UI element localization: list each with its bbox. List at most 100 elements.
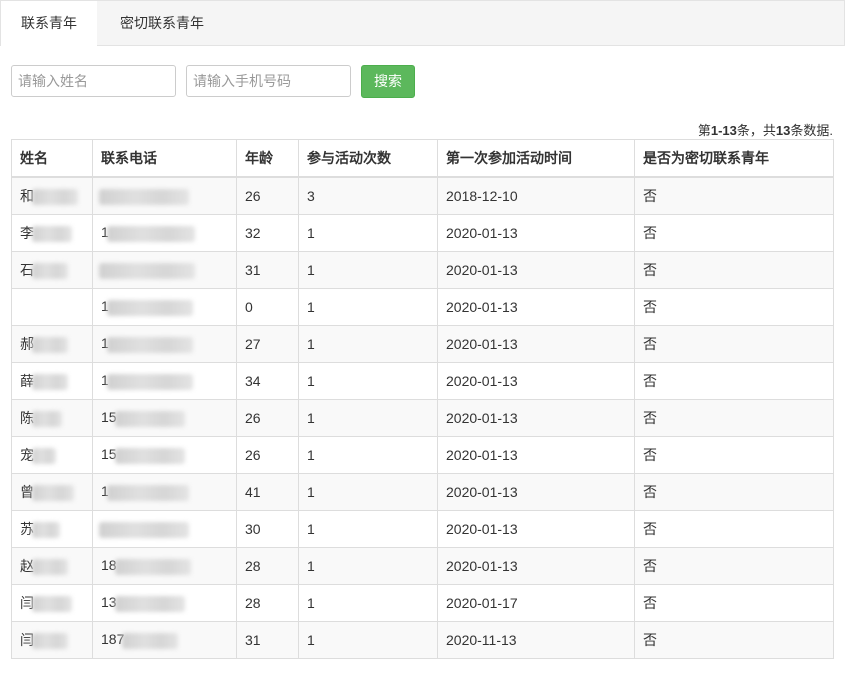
cell-is-close-contact-text: 否 — [643, 188, 657, 204]
cell-name: 薛 — [11, 362, 93, 400]
cell-is-close-contact: 否 — [634, 621, 834, 659]
cell-first-activity-date-text: 2020-01-17 — [446, 595, 518, 611]
redacted-blur — [122, 632, 179, 649]
redacted-blur — [114, 558, 191, 575]
cell-is-close-contact-text: 否 — [643, 521, 657, 537]
cell-name: 石 — [11, 251, 93, 289]
cell-activity-count: 1 — [298, 621, 438, 659]
cell-name: 陈 — [11, 399, 93, 437]
header-phone[interactable]: 联系电话 — [92, 139, 237, 178]
table-row: 1 0 1 2020-01-13 否 — [11, 288, 834, 326]
cell-name — [11, 288, 93, 326]
cell-phone: 1 — [92, 288, 237, 326]
table-row: 闫 13 28 1 2020-01-17 否 — [11, 584, 834, 622]
cell-activity-count: 3 — [298, 176, 438, 215]
cell-phone: 1 — [92, 473, 237, 511]
name-search-input[interactable] — [11, 65, 176, 97]
redacted-blur — [32, 226, 72, 243]
cell-is-close-contact: 否 — [634, 214, 834, 252]
cell-first-activity-date-text: 2020-01-13 — [446, 225, 518, 241]
table-row: 苏 30 1 2020-01-13 否 — [11, 510, 834, 548]
cell-name: 曾 — [11, 473, 93, 511]
cell-activity-count: 1 — [298, 251, 438, 289]
cell-age: 26 — [236, 176, 299, 215]
cell-is-close-contact: 否 — [634, 510, 834, 548]
cell-name: 郝 — [11, 325, 93, 363]
cell-activity-count: 1 — [298, 362, 438, 400]
cell-activity-count-text: 1 — [307, 558, 315, 574]
cell-age: 27 — [236, 325, 299, 363]
cell-name: 苏 — [11, 510, 93, 548]
header-is-close-contact[interactable]: 是否为密切联系青年 — [634, 139, 834, 178]
table-row: 曾 1 41 1 2020-01-13 否 — [11, 473, 834, 511]
cell-is-close-contact: 否 — [634, 547, 834, 585]
cell-first-activity-date: 2020-01-13 — [437, 325, 635, 363]
pagination-summary: 第1-13条，共13条数据. — [697, 123, 833, 138]
redacted-blur — [32, 633, 68, 650]
cell-age-text: 31 — [245, 632, 261, 648]
table-row: 赵 18 28 1 2020-01-13 否 — [11, 547, 834, 585]
cell-first-activity-date-text: 2020-01-13 — [446, 521, 518, 537]
cell-activity-count-text: 1 — [307, 336, 315, 352]
tab-contact-youth[interactable]: 联系青年 — [1, 1, 97, 46]
cell-activity-count: 1 — [298, 436, 438, 474]
cell-name: 闫 — [11, 621, 93, 659]
cell-is-close-contact: 否 — [634, 362, 834, 400]
cell-age: 28 — [236, 584, 299, 622]
cell-age: 34 — [236, 362, 299, 400]
search-button[interactable]: 搜索 — [361, 65, 415, 98]
cell-phone: 1 — [92, 325, 237, 363]
cell-first-activity-date: 2020-01-13 — [437, 473, 635, 511]
header-first-activity-date[interactable]: 第一次参加活动时间 — [437, 139, 635, 178]
cell-first-activity-date: 2020-01-13 — [437, 288, 635, 326]
tab-close-contact-youth[interactable]: 密切联系青年 — [97, 1, 227, 45]
cell-is-close-contact: 否 — [634, 288, 834, 326]
cell-age: 28 — [236, 547, 299, 585]
cell-phone: 18 — [92, 547, 237, 585]
cell-phone: 13 — [92, 584, 237, 622]
cell-first-activity-date: 2018-12-10 — [437, 176, 635, 215]
cell-first-activity-date-text: 2020-01-13 — [446, 484, 518, 500]
cell-activity-count: 1 — [298, 547, 438, 585]
table-row: 和 26 3 2018-12-10 否 — [11, 176, 834, 215]
cell-phone: 15 — [92, 436, 237, 474]
cell-is-close-contact-text: 否 — [643, 299, 657, 315]
cell-age-text: 26 — [245, 410, 261, 426]
header-activity-count[interactable]: 参与活动次数 — [298, 139, 438, 178]
cell-activity-count-text: 3 — [307, 188, 315, 204]
cell-age: 32 — [236, 214, 299, 252]
cell-is-close-contact: 否 — [634, 325, 834, 363]
cell-activity-count: 1 — [298, 473, 438, 511]
cell-is-close-contact: 否 — [634, 399, 834, 437]
redacted-blur — [32, 485, 74, 502]
cell-name: 和 — [11, 176, 93, 215]
cell-first-activity-date-text: 2018-12-10 — [446, 188, 518, 204]
table-row: 宠 15 26 1 2020-01-13 否 — [11, 436, 834, 474]
table-row: 薛 1 34 1 2020-01-13 否 — [11, 362, 834, 400]
cell-first-activity-date: 2020-01-13 — [437, 399, 635, 437]
cell-age: 31 — [236, 251, 299, 289]
phone-search-input[interactable] — [186, 65, 351, 97]
redacted-blur — [99, 188, 189, 205]
cell-age: 26 — [236, 436, 299, 474]
cell-age: 0 — [236, 288, 299, 326]
cell-phone: 15 — [92, 399, 237, 437]
cell-activity-count: 1 — [298, 214, 438, 252]
cell-activity-count-text: 1 — [307, 262, 315, 278]
redacted-blur — [106, 484, 189, 501]
redacted-blur — [99, 262, 195, 279]
cell-phone-text: 187 — [101, 631, 125, 648]
cell-is-close-contact: 否 — [634, 584, 834, 622]
header-name[interactable]: 姓名 — [11, 139, 93, 178]
cell-age-text: 41 — [245, 484, 261, 500]
header-age[interactable]: 年龄 — [236, 139, 299, 178]
cell-phone — [92, 251, 237, 289]
cell-age-text: 31 — [245, 262, 261, 278]
cell-is-close-contact: 否 — [634, 473, 834, 511]
table-row: 闫 187 31 1 2020-11-13 否 — [11, 621, 834, 659]
cell-name: 闫 — [11, 584, 93, 622]
cell-is-close-contact: 否 — [634, 436, 834, 474]
tab-bar: 联系青年 密切联系青年 — [0, 0, 845, 46]
cell-age: 31 — [236, 621, 299, 659]
cell-activity-count-text: 1 — [307, 410, 315, 426]
